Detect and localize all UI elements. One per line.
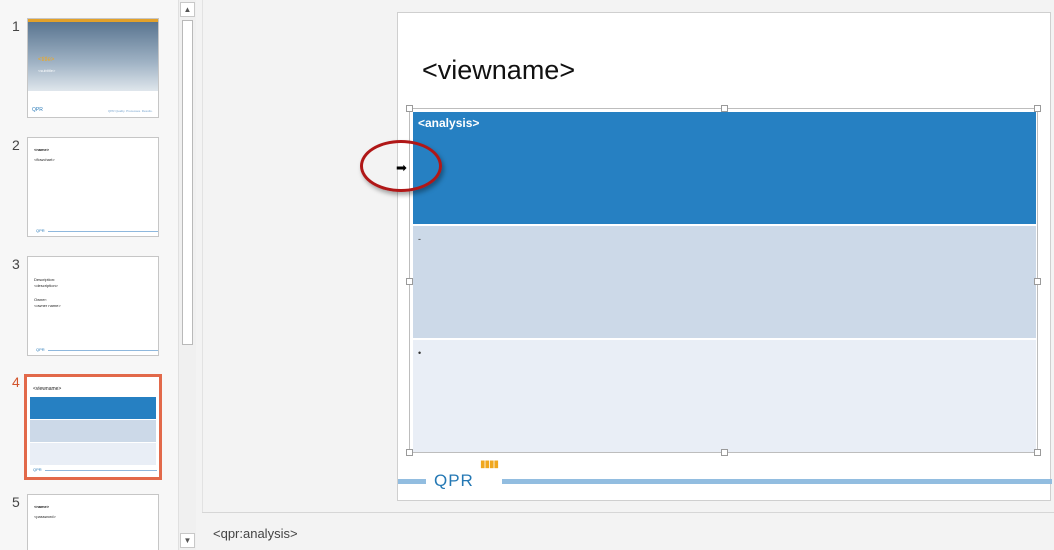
bullet-marker: - xyxy=(418,234,421,244)
slide-thumbnail-4[interactable]: <viewname> QPR xyxy=(24,374,162,480)
thumb-line: <description> xyxy=(34,283,59,288)
resize-handle-top-left[interactable] xyxy=(406,105,413,112)
presentation-editor: 1 <title> <subtitle> QPR QPR Quality. Pr… xyxy=(0,0,1054,550)
scroll-up-button[interactable]: ▲ xyxy=(180,2,195,17)
thumb-footer-text: QPR Quality. Processes. Results. xyxy=(108,109,153,113)
logo-bars-icon: ▮▮▮▮ xyxy=(480,459,499,470)
thumb-band-dark xyxy=(30,397,156,419)
qpr-logo: QPR xyxy=(434,471,474,490)
thumb-name: <name> xyxy=(34,504,50,509)
slide-thumbnail-3[interactable]: Description: <description> Owner: <owner… xyxy=(27,256,159,356)
footer-line-left xyxy=(398,479,426,484)
slide-thumbnail-pane: 1 <title> <subtitle> QPR QPR Quality. Pr… xyxy=(0,0,178,550)
resize-handle-bottom[interactable] xyxy=(721,449,728,456)
resize-handle-top-right[interactable] xyxy=(1034,105,1041,112)
thumb-footer-line xyxy=(48,231,158,232)
slide-number: 3 xyxy=(12,256,20,272)
slide-number: 2 xyxy=(12,137,20,153)
slide-thumbnail-2[interactable]: <name> <flowchart> QPR xyxy=(27,137,159,237)
thumb-subtitle: <subtitle> xyxy=(38,68,56,73)
thumb-logo: QPR xyxy=(32,107,43,113)
slide-number: 1 xyxy=(12,18,20,34)
resize-handle-bottom-left[interactable] xyxy=(406,449,413,456)
notes-text[interactable]: <qpr:analysis> xyxy=(213,526,298,541)
analysis-label: <analysis> xyxy=(418,116,480,130)
thumb-line: <flowchart> xyxy=(34,157,55,162)
thumb-footer-line xyxy=(48,350,158,351)
thumb-title: <title> xyxy=(38,57,55,63)
middle-band[interactable]: - xyxy=(413,226,1036,338)
current-slide[interactable]: <viewname> <analysis> - • QPR ▮▮▮▮ xyxy=(397,12,1052,501)
title-background xyxy=(28,19,158,91)
thumb-logo: QPR xyxy=(36,347,45,352)
thumb-line: <password> xyxy=(34,514,56,519)
slide-editing-canvas: <viewname> <analysis> - • QPR ▮▮▮▮ ➡ xyxy=(202,0,1054,512)
scrollbar-thumb[interactable] xyxy=(182,20,193,345)
thumb-band-mid xyxy=(30,420,156,442)
slide-title[interactable]: <viewname> xyxy=(422,55,575,86)
footer-line-right xyxy=(502,479,1052,484)
thumb-title: <viewname> xyxy=(33,386,62,392)
slide-thumbnail-1[interactable]: <title> <subtitle> QPR QPR Quality. Proc… xyxy=(27,18,159,118)
slide-thumbnail-5[interactable]: <name> <password> xyxy=(27,494,159,550)
thumbnail-scrollbar[interactable]: ▲ ▼ xyxy=(178,0,196,550)
resize-handle-left[interactable] xyxy=(406,278,413,285)
resize-handle-right[interactable] xyxy=(1034,278,1041,285)
thumb-footer-line xyxy=(45,470,157,471)
notes-pane[interactable]: <qpr:analysis> xyxy=(202,512,1054,550)
thumb-line: Owner: xyxy=(34,297,47,302)
lower-band[interactable]: • xyxy=(413,340,1036,452)
scroll-down-button[interactable]: ▼ xyxy=(180,533,195,548)
thumb-line: Description: xyxy=(34,277,56,282)
cursor-arrow-icon: ➡ xyxy=(396,160,407,175)
thumb-logo: QPR xyxy=(33,467,42,472)
resize-handle-top[interactable] xyxy=(721,105,728,112)
thumb-logo: QPR xyxy=(36,228,45,233)
thumb-band-light xyxy=(30,443,156,465)
thumb-name: <name> xyxy=(34,147,50,152)
thumb-line: <owner name> xyxy=(34,303,61,308)
content-placeholder[interactable]: <analysis> - • xyxy=(406,105,1041,456)
analysis-band[interactable]: <analysis> xyxy=(413,112,1036,224)
title-top-stripe xyxy=(28,19,158,22)
slide-number: 5 xyxy=(12,494,20,510)
bullet-marker: • xyxy=(418,348,422,358)
slide-number: 4 xyxy=(12,374,20,390)
resize-handle-bottom-right[interactable] xyxy=(1034,449,1041,456)
